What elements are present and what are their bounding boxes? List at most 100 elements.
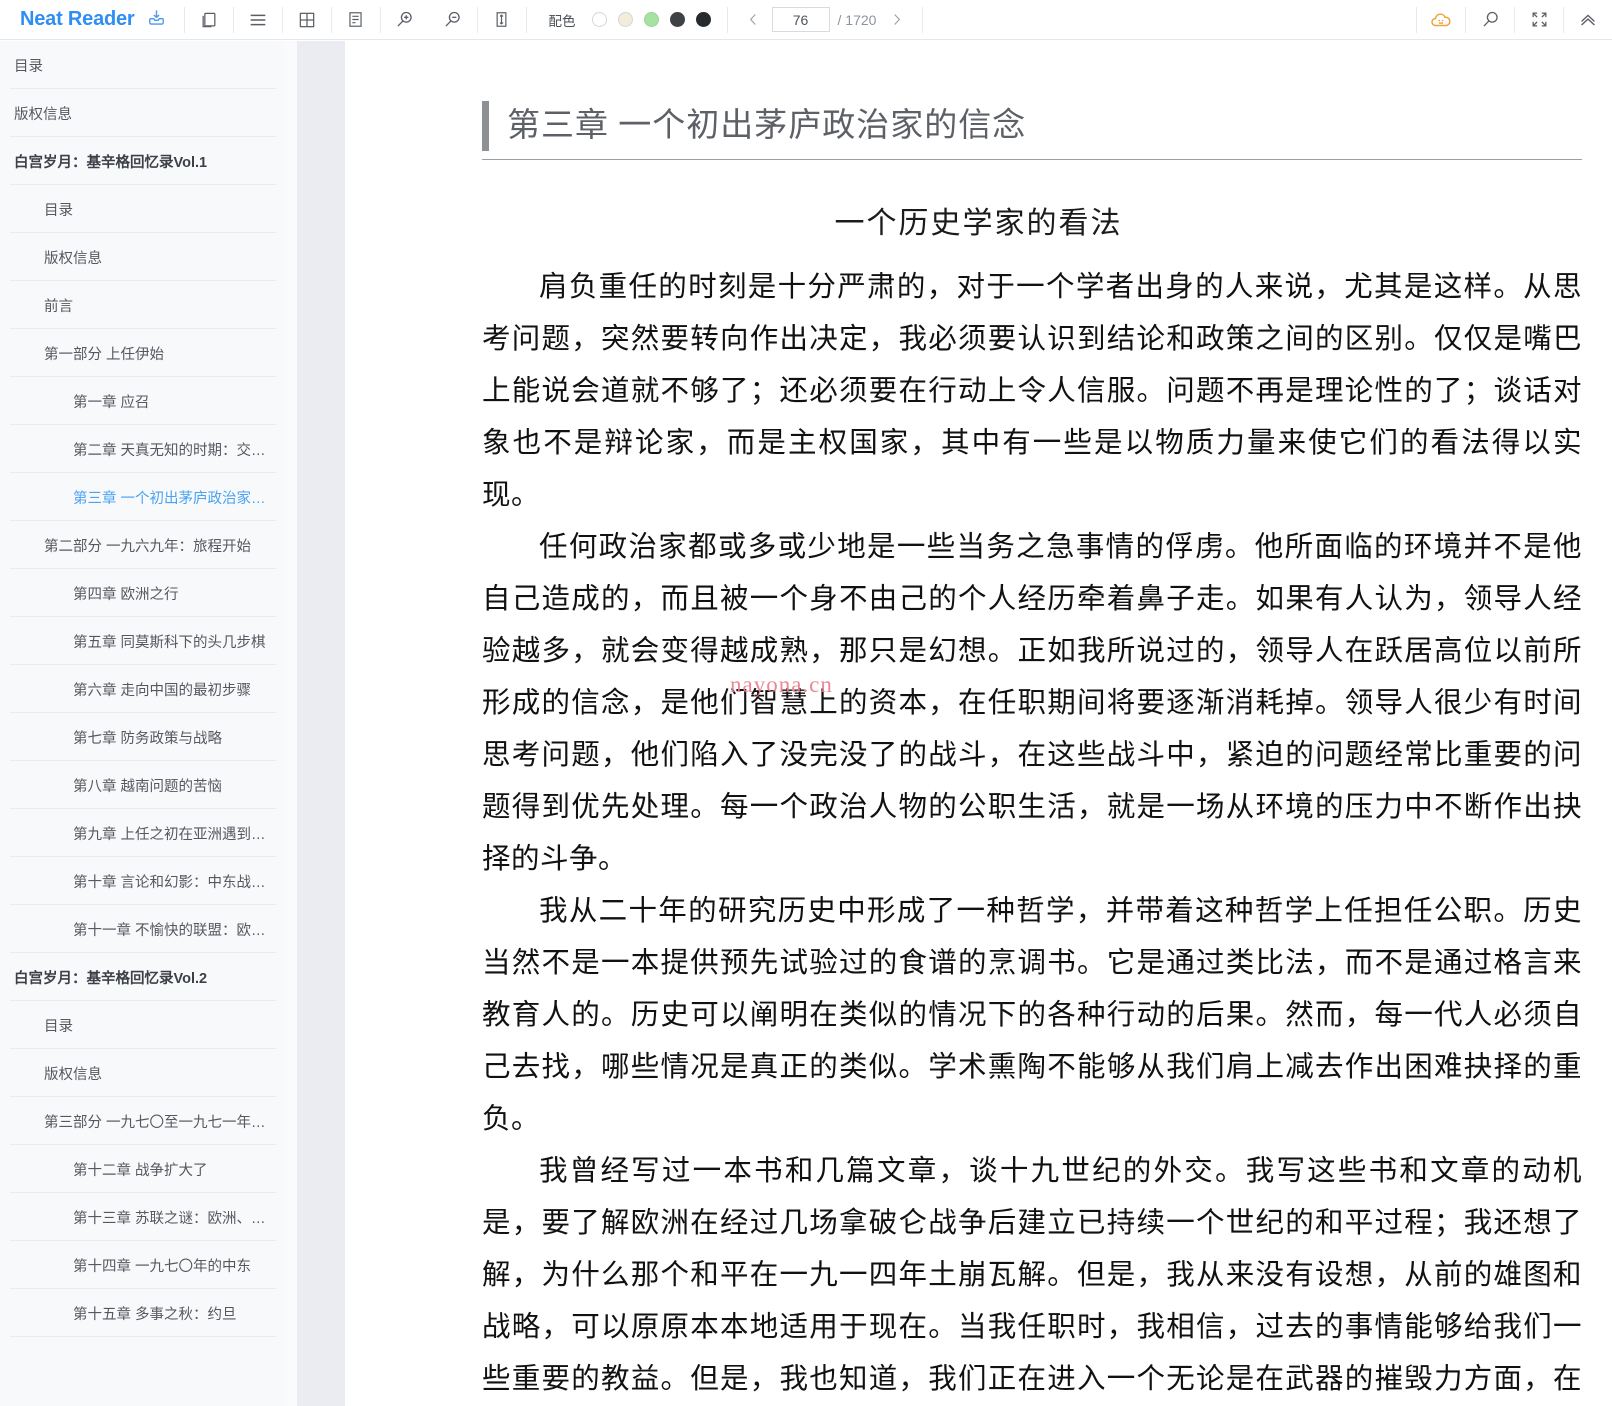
toc-item-label: 第十五章 多事之秋：约旦 — [73, 1306, 237, 1323]
toc-item[interactable]: 第八章 越南问题的苦恼 — [0, 761, 284, 809]
color-swatch-green[interactable] — [643, 12, 659, 27]
toc-item-label: 白宫岁月：基辛格回忆录Vol.2 — [14, 970, 208, 987]
search-icon — [1480, 9, 1501, 30]
chapter-heading: 第三章 一个初出茅庐政治家的信念 — [482, 101, 1582, 160]
toc-item[interactable]: 第二章 天真无知的时期：交… — [0, 425, 284, 473]
body-paragraph: 我曾经写过一本书和几篇文章，谈十九世纪的外交。我写这些书和文章的动机是，要了解欧… — [482, 1156, 1582, 1395]
toc-book-title[interactable]: 白宫岁月：基辛格回忆录Vol.1 — [0, 137, 284, 185]
toc-item-label: 目录 — [14, 58, 43, 75]
page-number-input[interactable] — [771, 7, 830, 32]
toc-item[interactable]: 第十二章 战争扩大了 — [0, 1145, 284, 1193]
section-title: 一个历史学家的看法 — [834, 207, 1123, 240]
app-logo[interactable]: Neat Reader — [0, 0, 184, 40]
zoom-out-button[interactable] — [429, 0, 477, 40]
toc-item-label: 第七章 防务政策与战略 — [73, 730, 223, 747]
toc-sidebar[interactable]: 目录 版权信息 白宫岁月：基辛格回忆录Vol.1 目录 版权信息 前言 第一部分 上任伊始第… — [0, 41, 284, 1406]
toolbar-divider — [922, 6, 924, 33]
copy-pages-icon — [199, 10, 219, 30]
save-download-icon[interactable] — [147, 8, 166, 32]
body-paragraph: 我从二十年的研究历史中形成了一种哲学，并带着这种哲学上任担任公职。历史当然不是一… — [482, 896, 1582, 1135]
toc-item[interactable]: 第五章 同莫斯科下的头几步棋 — [0, 617, 284, 665]
toc-item-label: 第八章 越南问题的苦恼 — [73, 778, 223, 795]
toc-item-label: 第五章 同莫斯科下的头几步棋 — [73, 634, 266, 651]
grid-view-icon — [297, 10, 317, 30]
toc-item[interactable]: 第十三章 苏联之谜：欧洲、… — [0, 1193, 284, 1241]
line-height-icon — [492, 10, 511, 29]
toc-item[interactable]: 第十一章 不愉快的联盟：欧… — [0, 905, 284, 953]
body-paragraph: 肩负重任的时刻是十分严肃的，对于一个学者出身的人来说，尤其是这样。从思考问题，突… — [482, 272, 1582, 511]
toc-item-label: 第三部分 一九七〇至一九七一年… — [44, 1114, 266, 1131]
next-page-button[interactable] — [884, 5, 908, 35]
toc-item[interactable]: 版权信息 — [0, 89, 284, 137]
toc-item-label: 目录 — [44, 1018, 73, 1035]
chapter-title: 第三章 一个初出茅庐政治家的信念 — [507, 108, 1027, 144]
sidebar-gap — [284, 41, 297, 1406]
search-button[interactable] — [1466, 0, 1514, 40]
toc-item[interactable]: 第六章 走向中国的最初步骤 — [0, 665, 284, 713]
toc-item[interactable]: 目录 — [0, 1001, 284, 1049]
fullscreen-button[interactable] — [1515, 0, 1563, 40]
toc-item[interactable]: 目录 — [0, 185, 284, 233]
list-view-button[interactable] — [234, 0, 282, 40]
toc-item[interactable]: 第三部分 一九七〇至一九七一年… — [0, 1097, 284, 1145]
toc-item[interactable]: 第三章 一个初出茅庐政治家… — [0, 473, 284, 521]
toc-item-label: 第十二章 战争扩大了 — [73, 1162, 208, 1179]
toc-item-label: 第十四章 一九七〇年的中东 — [73, 1258, 252, 1275]
sidebar-scroll-strip[interactable] — [297, 41, 345, 1406]
toc-item-label: 前言 — [44, 298, 73, 315]
toc-item[interactable]: 第十五章 多事之秋：约旦 — [0, 1289, 284, 1337]
zoom-out-icon — [442, 9, 463, 30]
toc-item[interactable]: 前言 — [0, 281, 284, 329]
toc-item[interactable]: 第四章 欧洲之行 — [0, 569, 284, 617]
page-total-label: / 1720 — [837, 11, 877, 28]
line-height-button[interactable] — [478, 0, 526, 40]
toc-item-label: 第十一章 不愉快的联盟：欧… — [73, 922, 266, 939]
fullscreen-icon — [1530, 10, 1549, 29]
note-panel-button[interactable] — [332, 0, 380, 40]
toc-item-label: 版权信息 — [44, 1066, 102, 1083]
toc-item[interactable]: 第九章 上任之初在亚洲遇到… — [0, 809, 284, 857]
toc-item-label: 白宫岁月：基辛格回忆录Vol.1 — [14, 154, 208, 171]
cloud-sync-button[interactable] — [1417, 0, 1465, 40]
app-logo-text: Neat Reader — [20, 8, 135, 30]
toc-item[interactable]: 第十章 言论和幻影：中东战… — [0, 857, 284, 905]
toc-item-label: 第十三章 苏联之谜：欧洲、… — [73, 1210, 266, 1227]
color-scheme-group: 配色 — [527, 0, 727, 40]
body-paragraphs: 肩负重任的时刻是十分严肃的，对于一个学者出身的人来说，尤其是这样。从思考问题，突… — [345, 262, 1612, 1406]
color-swatch-cream[interactable] — [617, 12, 633, 27]
toc-item[interactable]: 版权信息 — [0, 233, 284, 281]
page-navigator: / 1720 — [728, 0, 923, 40]
toc-item-label: 目录 — [44, 202, 73, 219]
toc-item[interactable]: 版权信息 — [0, 1049, 284, 1097]
toc-item-label: 版权信息 — [14, 106, 72, 123]
toc-item-label: 版权信息 — [44, 250, 102, 267]
toc-item[interactable]: 第一部分 上任伊始 — [0, 329, 284, 377]
copy-pages-button[interactable] — [185, 0, 233, 40]
color-swatch-black[interactable] — [695, 12, 711, 27]
book-page: 第三章 一个初出茅庐政治家的信念 一个历史学家的看法 肩负重任的时刻是十分严肃的… — [345, 41, 1612, 1406]
zoom-in-icon — [394, 9, 415, 30]
zoom-in-button[interactable] — [381, 0, 429, 40]
toc-item-label: 第一部分 上任伊始 — [44, 346, 165, 363]
toc-item-label: 第九章 上任之初在亚洲遇到… — [73, 826, 266, 843]
toc-item[interactable]: 目录 — [0, 41, 284, 89]
toc-item[interactable]: 第一章 应召 — [0, 377, 284, 425]
grid-view-button[interactable] — [283, 0, 331, 40]
toolbar-right-group — [1416, 0, 1612, 40]
list-view-icon — [247, 9, 269, 31]
collapse-up-icon — [1577, 9, 1599, 31]
color-swatch-dark-gray[interactable] — [669, 12, 685, 27]
toc-item-label: 第二部分 一九六九年：旅程开始 — [44, 538, 252, 555]
top-toolbar: Neat Reader 配色 76 / 1720 — [0, 0, 1612, 40]
toc-item-label: 第四章 欧洲之行 — [73, 586, 179, 603]
toc-book-title[interactable]: 白宫岁月：基辛格回忆录Vol.2 — [0, 953, 284, 1001]
collapse-toolbar-button[interactable] — [1564, 0, 1612, 40]
cloud-sync-icon — [1429, 8, 1453, 32]
color-swatch-white[interactable] — [591, 12, 607, 27]
toc-item[interactable]: 第七章 防务政策与战略 — [0, 713, 284, 761]
toolbar-view-group — [185, 0, 526, 40]
toc-item[interactable]: 第十四章 一九七〇年的中东 — [0, 1241, 284, 1289]
toc-item-label: 第二章 天真无知的时期：交… — [73, 442, 266, 459]
prev-page-button[interactable] — [742, 5, 766, 35]
toc-item[interactable]: 第二部分 一九六九年：旅程开始 — [0, 521, 284, 569]
